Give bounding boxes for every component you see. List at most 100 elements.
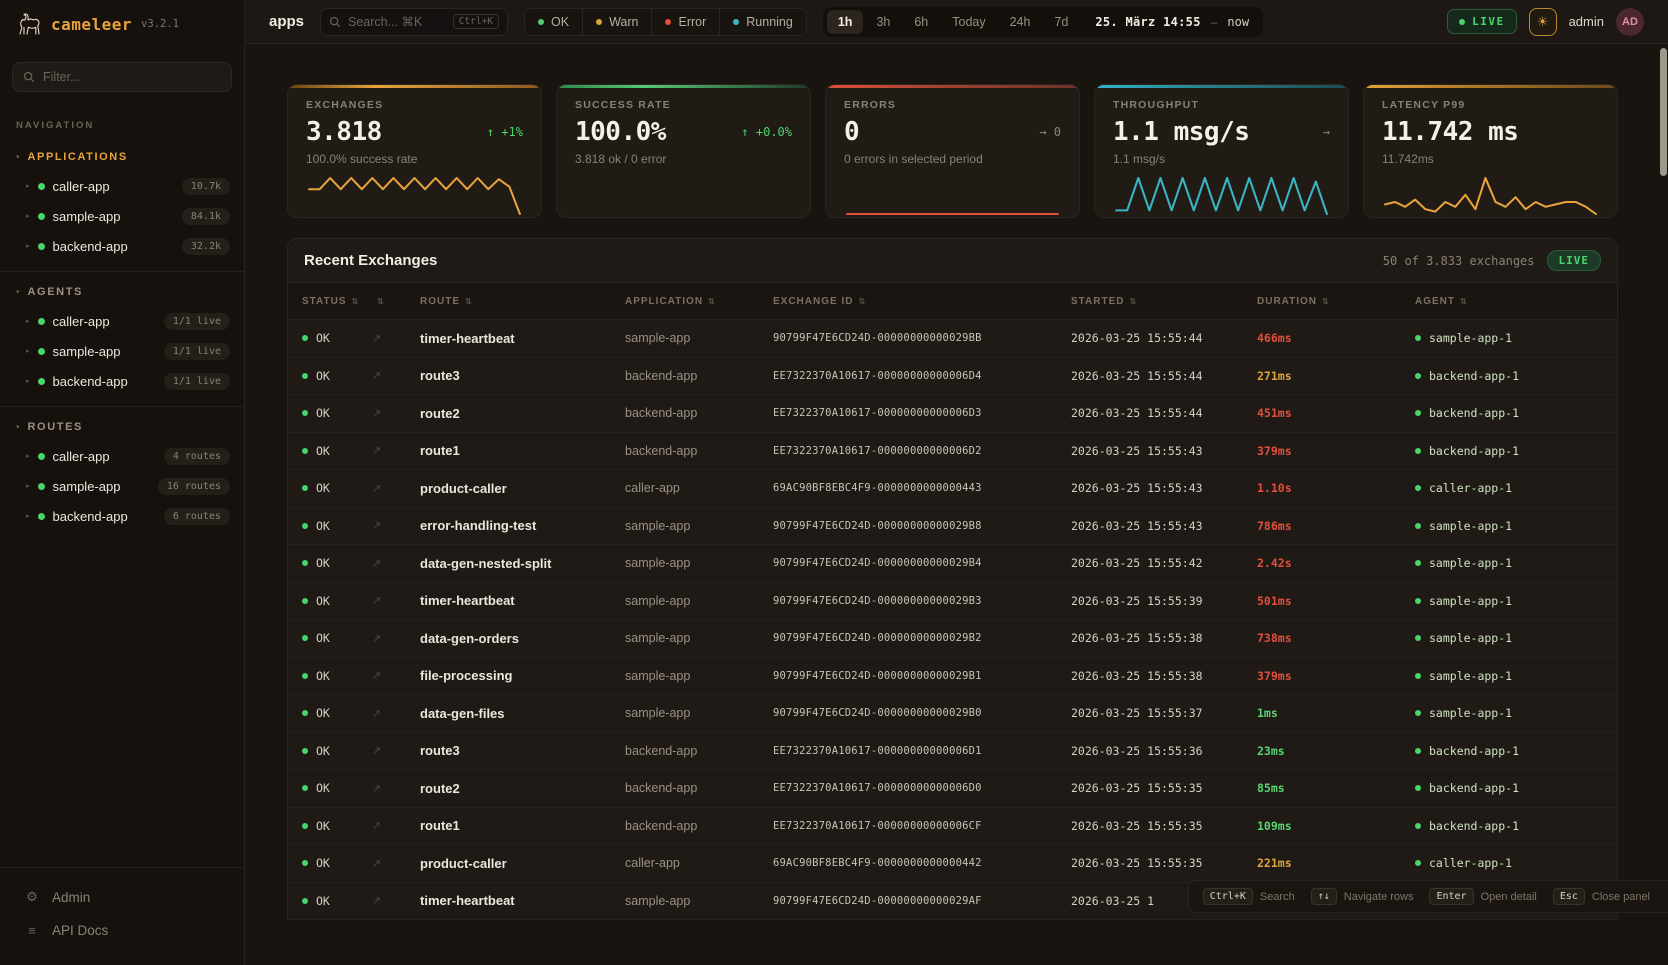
sidebar-footer-item-admin[interactable]: ⚙ Admin <box>0 880 244 914</box>
open-exchange-icon[interactable]: ↗ <box>372 407 420 420</box>
status-dot-icon <box>38 483 45 490</box>
column-header-application[interactable]: APPLICATION ⇅ <box>625 296 773 307</box>
range-button-today[interactable]: Today <box>941 10 996 34</box>
table-row[interactable]: OK ↗ data-gen-nested-split sample-app 90… <box>288 545 1617 583</box>
open-exchange-icon[interactable]: ↗ <box>372 557 420 570</box>
nav-section-header[interactable]: ▾ ROUTES <box>0 415 244 441</box>
column-header-route[interactable]: ROUTE ⇅ <box>420 296 625 307</box>
column-header-duration[interactable]: DURATION ⇅ <box>1257 296 1415 307</box>
open-exchange-icon[interactable]: ↗ <box>372 594 420 607</box>
table-row[interactable]: OK ↗ timer-heartbeat sample-app 90799F47… <box>288 583 1617 621</box>
open-exchange-icon[interactable]: ↗ <box>372 332 420 345</box>
status-dot-icon <box>302 523 308 529</box>
open-exchange-icon[interactable]: ↗ <box>372 894 420 907</box>
status-filter-warn[interactable]: Warn <box>582 9 651 35</box>
range-date[interactable]: 25. März 14:55 <box>1081 15 1208 29</box>
column-header-label: DURATION <box>1257 296 1317 307</box>
table-row[interactable]: OK ↗ route3 backend-app EE7322370A10617-… <box>288 358 1617 396</box>
sidebar-item-sample-app[interactable]: ▸ sample-app 84.1k <box>0 201 244 231</box>
table-row[interactable]: OK ↗ data-gen-orders sample-app 90799F47… <box>288 620 1617 658</box>
live-toggle[interactable]: LIVE <box>1447 9 1517 34</box>
sidebar-item-caller-app[interactable]: ▸ caller-app 1/1 live <box>0 306 244 336</box>
stat-card-latency-p99[interactable]: LATENCY P99 11.742 ms 11.742ms <box>1363 84 1618 218</box>
nav-section-header[interactable]: ▾ APPLICATIONS <box>0 145 244 171</box>
open-exchange-icon[interactable]: ↗ <box>372 819 420 832</box>
column-header-actions[interactable]: ⇅ <box>372 297 420 306</box>
table-row[interactable]: OK ↗ route1 backend-app EE7322370A10617-… <box>288 433 1617 471</box>
theme-toggle-button[interactable]: ☀ <box>1529 8 1557 36</box>
sidebar-item-sample-app[interactable]: ▸ sample-app 16 routes <box>0 471 244 501</box>
table-row[interactable]: OK ↗ route3 backend-app EE7322370A10617-… <box>288 733 1617 771</box>
open-exchange-icon[interactable]: ↗ <box>372 444 420 457</box>
agent-cell: caller-app-1 <box>1415 481 1603 495</box>
card-subtitle: 3.818 ok / 0 error <box>575 152 792 166</box>
sidebar-item-backend-app[interactable]: ▸ backend-app 6 routes <box>0 501 244 531</box>
stat-card-throughput[interactable]: THROUGHPUT 1.1 msg/s → 1.1 msg/s <box>1094 84 1349 218</box>
range-button-6h[interactable]: 6h <box>903 10 939 34</box>
open-exchange-icon[interactable]: ↗ <box>372 632 420 645</box>
table-live-badge[interactable]: LIVE <box>1547 250 1602 271</box>
sidebar-footer-item-api-docs[interactable]: ≡ API Docs <box>0 914 244 947</box>
nav-section: ▾ AGENTS ▸ caller-app 1/1 live ▸ sample-… <box>0 271 244 406</box>
avatar[interactable]: AD <box>1616 8 1644 36</box>
open-exchange-icon[interactable]: ↗ <box>372 707 420 720</box>
status-dot-icon <box>38 453 45 460</box>
range-button-24h[interactable]: 24h <box>999 10 1042 34</box>
status-filter-ok[interactable]: OK <box>525 9 582 35</box>
sidebar-filter-input[interactable]: Filter... <box>12 62 232 92</box>
agent-dot-icon <box>1415 335 1421 341</box>
search-input[interactable]: Search... ⌘K Ctrl+K <box>320 8 508 36</box>
agent-dot-icon <box>1415 410 1421 416</box>
chevron-right-icon: ▸ <box>26 482 30 490</box>
chevron-right-icon: ▸ <box>26 182 30 190</box>
range-end[interactable]: now <box>1219 15 1259 29</box>
live-dot-icon <box>1459 19 1465 25</box>
column-header-started[interactable]: STARTED ⇅ <box>1071 296 1257 307</box>
open-exchange-icon[interactable]: ↗ <box>372 369 420 382</box>
open-exchange-icon[interactable]: ↗ <box>372 744 420 757</box>
sidebar-item-caller-app[interactable]: ▸ caller-app 10.7k <box>0 171 244 201</box>
status-filter-error[interactable]: Error <box>651 9 719 35</box>
open-exchange-icon[interactable]: ↗ <box>372 669 420 682</box>
sidebar-item-caller-app[interactable]: ▸ caller-app 4 routes <box>0 441 244 471</box>
table-row[interactable]: OK ↗ timer-heartbeat sample-app 90799F47… <box>288 320 1617 358</box>
status-filter-running[interactable]: Running <box>719 9 806 35</box>
table-row[interactable]: OK ↗ data-gen-files sample-app 90799F47E… <box>288 695 1617 733</box>
open-exchange-icon[interactable]: ↗ <box>372 482 420 495</box>
open-exchange-icon[interactable]: ↗ <box>372 857 420 870</box>
card-delta: ↑ +1% <box>487 125 523 139</box>
table-row[interactable]: OK ↗ error-handling-test sample-app 9079… <box>288 508 1617 546</box>
table-row[interactable]: OK ↗ route1 backend-app EE7322370A10617-… <box>288 808 1617 846</box>
table-row[interactable]: OK ↗ file-processing sample-app 90799F47… <box>288 658 1617 696</box>
card-subtitle: 100.0% success rate <box>306 152 523 166</box>
sort-icon: ⇅ <box>352 297 360 306</box>
open-exchange-icon[interactable]: ↗ <box>372 782 420 795</box>
scrollbar-thumb[interactable] <box>1660 48 1667 176</box>
range-button-1h[interactable]: 1h <box>827 10 864 34</box>
range-button-3h[interactable]: 3h <box>865 10 901 34</box>
column-header-agent[interactable]: AGENT ⇅ <box>1415 296 1603 307</box>
nav-section-header[interactable]: ▾ AGENTS <box>0 280 244 306</box>
table-row[interactable]: OK ↗ route2 backend-app EE7322370A10617-… <box>288 770 1617 808</box>
agent-cell: backend-app-1 <box>1415 781 1603 795</box>
column-header-exchange-id[interactable]: EXCHANGE ID ⇅ <box>773 296 1071 307</box>
stat-card-errors[interactable]: ERRORS 0 → 0 0 errors in selected period <box>825 84 1080 218</box>
table-row[interactable]: OK ↗ product-caller caller-app 69AC90BF8… <box>288 845 1617 883</box>
live-label: LIVE <box>1472 15 1505 28</box>
sidebar-item-backend-app[interactable]: ▸ backend-app 32.2k <box>0 231 244 261</box>
range-button-7d[interactable]: 7d <box>1043 10 1079 34</box>
sidebar-item-sample-app[interactable]: ▸ sample-app 1/1 live <box>0 336 244 366</box>
stat-card-exchanges[interactable]: EXCHANGES 3.818 ↑ +1% 100.0% success rat… <box>287 84 542 218</box>
sparkline-chart <box>1382 174 1599 218</box>
app-logo[interactable]: cameleer v3.2.1 <box>0 0 244 48</box>
column-header-status[interactable]: STATUS ⇅ <box>302 296 372 307</box>
sidebar-item-backend-app[interactable]: ▸ backend-app 1/1 live <box>0 366 244 396</box>
table-row[interactable]: OK ↗ route2 backend-app EE7322370A10617-… <box>288 395 1617 433</box>
table-row[interactable]: OK ↗ product-caller caller-app 69AC90BF8… <box>288 470 1617 508</box>
started-cell: 2026-03-25 15:55:44 <box>1071 406 1257 420</box>
nav-sections: ▾ APPLICATIONS ▸ caller-app 10.7k ▸ samp… <box>0 137 244 541</box>
agent-cell: sample-app-1 <box>1415 556 1603 570</box>
open-exchange-icon[interactable]: ↗ <box>372 519 420 532</box>
card-subtitle: 11.742ms <box>1382 152 1599 166</box>
stat-card-success-rate[interactable]: SUCCESS RATE 100.0% ↑ +0.0% 3.818 ok / 0… <box>556 84 811 218</box>
